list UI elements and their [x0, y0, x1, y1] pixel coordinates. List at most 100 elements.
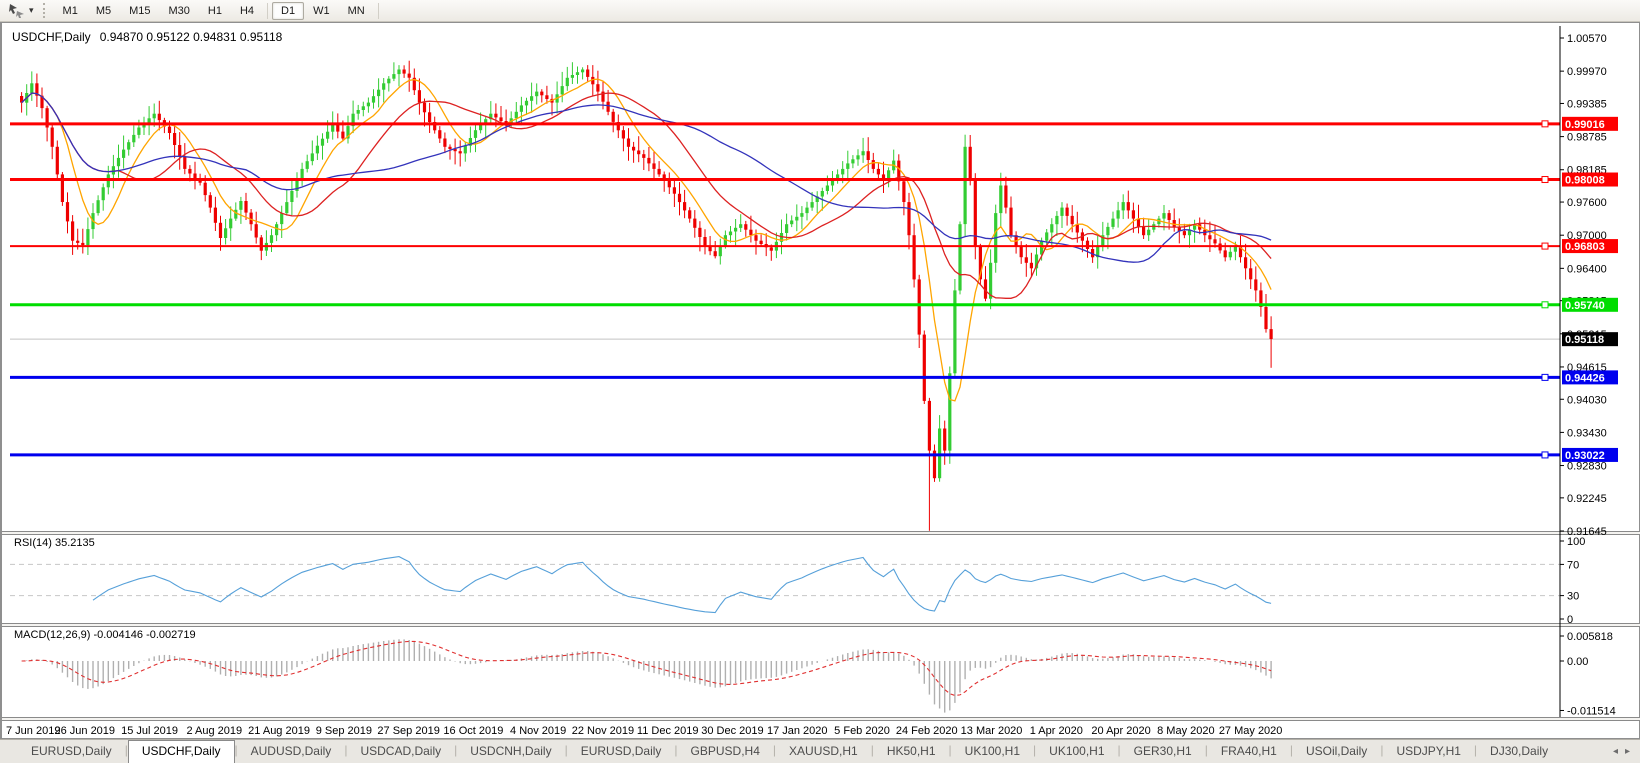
price-line-badge-0.99016-text: 0.99016 — [1565, 119, 1605, 131]
price-tick-label: 0.94030 — [1567, 394, 1607, 406]
chart-window: 1.005700.999700.993850.987850.981850.976… — [0, 22, 1640, 739]
toolbar-separator — [378, 3, 379, 19]
date-tick-label: 4 Nov 2019 — [510, 725, 566, 737]
mt4-window: ▾ M1M5M15M30H1H4 D1W1MN 1.00570 0.99970 0.9… — [0, 0, 1640, 763]
timeframe-button-m1[interactable]: M1 — [54, 2, 87, 20]
chart-ohlc-values: 0.94870 0.95122 0.94831 0.95118 — [100, 30, 283, 44]
price-line-badge-0.98008: 0.98008 — [1562, 173, 1618, 187]
current-price-badge: 0.95118 — [1562, 332, 1618, 346]
chart-tab-usdchf-daily[interactable]: USDCHF,Daily — [128, 740, 235, 763]
price-line-handle[interactable] — [1542, 177, 1548, 183]
tab-scroll-right-icon[interactable]: ▸ — [1625, 746, 1630, 757]
chart-cursor-tool[interactable]: ▾ — [4, 3, 38, 19]
rsi-tick-label: 70 — [1567, 559, 1579, 571]
chart-tab-hk50-h1[interactable]: HK50,H1 — [874, 740, 949, 763]
macd-tick-label: 0.005818 — [1567, 631, 1613, 643]
timeframe-button-m30[interactable]: M30 — [160, 2, 199, 20]
price-tick-label: 0.96400 — [1567, 263, 1607, 275]
rsi-tick-label: 30 — [1567, 591, 1579, 603]
macd-histogram — [22, 639, 1272, 712]
date-tick-label: 17 Jan 2020 — [767, 725, 828, 737]
price-line-handle[interactable] — [1542, 121, 1548, 127]
chart-tabs-bar: EURUSD,Daily|USDCHF,Daily|AUDUSD,Daily|U… — [0, 739, 1640, 763]
price-tick-label: 0.98785 — [1567, 132, 1607, 144]
chart-cursor-icon — [8, 3, 26, 19]
date-tick-label: 13 Mar 2020 — [961, 725, 1023, 737]
current-price-badge-text: 0.95118 — [1565, 334, 1604, 346]
price-line-badge-0.95740: 0.95740 — [1562, 298, 1618, 312]
price-tick-label: 0.93430 — [1567, 427, 1607, 439]
chart-tab-eurusd-daily[interactable]: EURUSD,Daily — [18, 740, 125, 763]
date-tick-label: 22 Nov 2019 — [572, 725, 634, 737]
timeframe-button-h1[interactable]: H1 — [199, 2, 231, 20]
rsi-tick-label: 0 — [1567, 614, 1573, 626]
price-tick-label: 0.92830 — [1567, 461, 1607, 473]
date-tick-label: 7 Jun 2019 — [6, 725, 60, 737]
timeframe-button-m5[interactable]: M5 — [87, 2, 120, 20]
date-tick-label: 27 Sep 2019 — [377, 725, 439, 737]
timeframe-button-d1[interactable]: D1 — [272, 2, 304, 20]
date-tick-label: 5 Feb 2020 — [834, 725, 890, 737]
price-line-badge-0.95740-text: 0.95740 — [1565, 300, 1605, 312]
chart-tab-fra40-h1[interactable]: FRA40,H1 — [1208, 740, 1290, 763]
price-line-badge-0.99016: 0.99016 — [1562, 117, 1618, 131]
price-tick-label: 0.99970 — [1567, 66, 1607, 78]
price-tick-label: 0.92245 — [1567, 493, 1607, 505]
rsi-panel-splitter[interactable] — [2, 531, 1640, 535]
price-line-badge-0.98008-text: 0.98008 — [1565, 175, 1605, 187]
timeframe-button-h4[interactable]: H4 — [231, 2, 263, 20]
date-tick-label: 27 May 2020 — [1219, 725, 1283, 737]
rsi-tick-label: 100 — [1567, 536, 1585, 548]
macd-panel-splitter[interactable] — [2, 623, 1640, 627]
rsi-line — [93, 557, 1271, 613]
date-axis[interactable]: 7 Jun 201926 Jun 201915 Jul 20192 Aug 20… — [6, 725, 1282, 737]
date-tick-label: 1 Apr 2020 — [1030, 725, 1083, 737]
chart-tab-usdjpy-h1[interactable]: USDJPY,H1 — [1383, 740, 1473, 763]
toolbar-grip[interactable] — [43, 3, 47, 18]
price-line-badge-0.93022: 0.93022 — [1562, 448, 1618, 462]
tab-scroll-left-icon[interactable]: ◂ — [1613, 746, 1618, 757]
price-line-badge-0.94426: 0.94426 — [1562, 370, 1618, 384]
chart-tab-usdcnh-daily[interactable]: USDCNH,Daily — [457, 740, 564, 763]
macd-indicator-label: MACD(12,26,9) -0.004146 -0.002719 — [14, 629, 196, 641]
price-line-handle[interactable] — [1542, 374, 1548, 380]
chart-tab-gbpusd-h4[interactable]: GBPUSD,H4 — [678, 740, 773, 763]
chart-tab-uk100-h1[interactable]: UK100,H1 — [1036, 740, 1117, 763]
chart-tab-usdcad-daily[interactable]: USDCAD,Daily — [347, 740, 454, 763]
price-line-badge-0.96803-text: 0.96803 — [1565, 241, 1605, 253]
rsi-indicator-label: RSI(14) 35.2135 — [14, 537, 95, 549]
candlestick-series — [20, 61, 1273, 531]
price-tick-label: 1.00570 — [1567, 33, 1607, 45]
price-chart-canvas[interactable]: 1.005700.999700.993850.987850.981850.976… — [2, 23, 1640, 740]
chart-title: USDCHF,Daily0.94870 0.95122 0.94831 0.95… — [12, 30, 282, 44]
date-tick-label: 20 Apr 2020 — [1091, 725, 1150, 737]
tab-scroll-controls: ◂ ▸ — [1613, 740, 1640, 763]
price-line-handle[interactable] — [1542, 302, 1548, 308]
price-tick-label: 0.97600 — [1567, 197, 1607, 209]
date-tick-label: 15 Jul 2019 — [121, 725, 178, 737]
dropdown-caret-icon[interactable]: ▾ — [29, 6, 34, 15]
chart-tab-uk100-h1[interactable]: UK100,H1 — [952, 740, 1033, 763]
date-tick-label: 30 Dec 2019 — [701, 725, 763, 737]
toolbar-separator — [267, 3, 268, 19]
chart-tab-eurusd-daily[interactable]: EURUSD,Daily — [568, 740, 675, 763]
chart-tab-ger30-h1[interactable]: GER30,H1 — [1121, 740, 1205, 763]
price-line-handle[interactable] — [1542, 243, 1548, 249]
price-line-badge-0.93022-text: 0.93022 — [1565, 450, 1605, 462]
date-tick-label: 11 Dec 2019 — [637, 725, 699, 737]
date-tick-label: 16 Oct 2019 — [443, 725, 503, 737]
date-axis-border[interactable] — [2, 717, 1640, 721]
date-tick-label: 2 Aug 2019 — [186, 725, 242, 737]
macd-tick-label: -0.011514 — [1567, 705, 1616, 717]
chart-tab-usoil-daily[interactable]: USOil,Daily — [1293, 740, 1380, 763]
chart-tab-xauusd-h1[interactable]: XAUUSD,H1 — [776, 740, 871, 763]
price-line-badge-0.94426-text: 0.94426 — [1565, 372, 1605, 384]
chart-tab-audusd-daily[interactable]: AUDUSD,Daily — [238, 740, 345, 763]
price-line-badge-0.96803: 0.96803 — [1562, 239, 1618, 253]
price-line-handle[interactable] — [1542, 452, 1548, 458]
timeframe-button-w1[interactable]: W1 — [304, 2, 339, 20]
chart-tab-dj30-daily[interactable]: DJ30,Daily — [1477, 740, 1561, 763]
timeframe-button-mn[interactable]: MN — [339, 2, 374, 20]
timeframe-button-m15[interactable]: M15 — [120, 2, 159, 20]
date-tick-label: 8 May 2020 — [1157, 725, 1214, 737]
